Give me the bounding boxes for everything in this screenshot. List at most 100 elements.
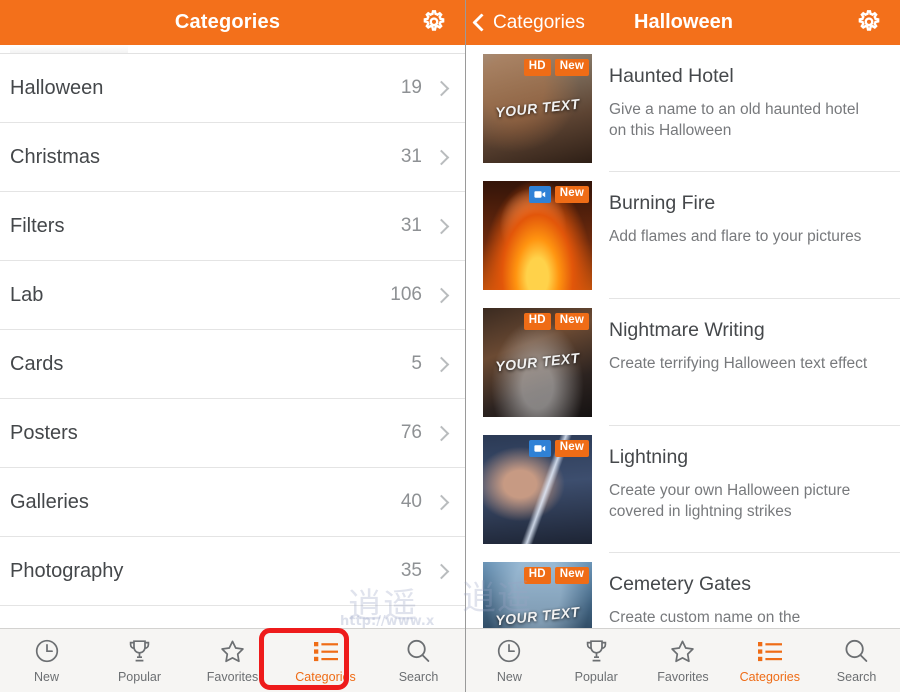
effect-description: Create your own Halloween picture covere… [609,482,851,521]
effect-row[interactable]: YOUR TEXT HD New Cemetery Gates Create custo… [483,553,900,628]
category-row[interactable]: Posters 76 [0,399,465,468]
tab-search[interactable]: Search [372,629,465,692]
tab-search[interactable]: Search [813,629,900,692]
new-badge: New [554,440,589,457]
effect-thumbnail-wrapper: YOUR TEXT HD New [483,562,592,628]
new-badge: New [554,59,589,76]
star-icon [669,638,696,665]
effect-thumbnail-wrapper: New [483,435,592,553]
hd-badge: HD [523,567,551,584]
effect-row[interactable]: New Burning Fire Add flames and flare to y… [483,172,900,299]
tab-label: Favorites [657,669,709,684]
category-label: Christmas [10,145,101,168]
chevron-right-icon [433,356,450,372]
burning-fire-thumbnail: New [483,181,592,290]
new-badge: New [554,567,589,584]
chevron-right-icon [433,149,450,165]
category-row[interactable]: Filters 31 [0,192,465,261]
category-label: Cards [10,352,64,375]
category-count: 35 [400,560,422,581]
video-camera-icon [528,440,551,457]
effect-description: Create custom name on the [609,609,801,626]
dual-screenshot-container: Categories Halloween 19 Christmas 31 Filters… [0,0,900,692]
category-row[interactable]: Lab 106 [0,261,465,330]
effect-description: Add flames and flare to your pictures [609,228,862,245]
category-row[interactable]: Galleries 40 [0,468,465,537]
tab-label: Search [398,669,439,684]
search-icon [843,638,870,665]
trophy-icon [583,638,610,665]
badge-group: HD New [523,313,589,330]
tab-favorites[interactable]: Favorites [186,629,279,692]
tab-favorites[interactable]: Favorites [640,629,727,692]
right-navbar: Categories Halloween [466,0,900,45]
list-icon [313,638,339,665]
category-count: 31 [400,146,422,167]
effect-description: Create terrifying Halloween text effect [609,355,868,372]
tab-label: New [496,669,522,684]
effect-row[interactable]: YOUR TEXT HD New Haunted Hotel Give a name t… [483,45,900,172]
partial-scrolled-row [0,45,465,54]
tab-popular[interactable]: Popular [553,629,640,692]
left-navbar: Categories [0,0,465,45]
chevron-right-icon [433,218,450,234]
category-row[interactable]: Halloween 19 [0,54,465,123]
effect-row[interactable]: YOUR TEXT HD New Nightmare Writing Create te… [483,299,900,426]
effect-description: Give a name to an old haunted hotel on t… [609,101,859,140]
effect-row[interactable]: New Lightning Create your own Halloween pi… [483,426,900,553]
search-icon [405,638,432,665]
effect-text-block: Burning Fire Add flames and flare to your… [609,181,900,299]
right-tabbar: New Popular Favorites Categories Search [466,628,900,692]
page-title: Categories [174,11,281,33]
badge-group: New [528,186,589,203]
tab-categories[interactable]: Categories [726,629,813,692]
new-badge: New [554,186,589,203]
tab-new[interactable]: New [0,629,93,692]
thumbnail-overlay-text: YOUR TEXT [494,95,581,121]
category-count: 106 [390,284,422,305]
left-tabbar: New Popular Favorites Categories Search [0,628,465,692]
chevron-right-icon [433,563,450,579]
tab-label: New [33,669,59,684]
clock-icon [34,638,60,665]
gear-icon[interactable] [854,8,884,38]
nightmare-writing-thumbnail: YOUR TEXT HD New [483,308,592,417]
effect-text-block: Nightmare Writing Create terrifying Hallo… [609,308,900,426]
category-count: 5 [411,353,422,374]
category-count: 76 [400,422,422,443]
effect-thumbnail-wrapper: YOUR TEXT HD New [483,54,592,172]
category-row[interactable]: Cards 5 [0,330,465,399]
tab-label: Categories [739,669,801,684]
badge-group: HD New [523,59,589,76]
effect-title: Cemetery Gates [609,573,751,595]
badge-group: New [528,440,589,457]
category-label: Photography [10,559,124,582]
video-camera-icon [528,186,551,203]
category-count: 19 [400,77,422,98]
effect-text-block: Haunted Hotel Give a name to an old haunt… [609,54,900,172]
tab-new[interactable]: New [466,629,553,692]
thumbnail-overlay-text: YOUR TEXT [494,349,581,375]
category-count: 40 [400,491,422,512]
effects-list[interactable]: YOUR TEXT HD New Haunted Hotel Give a name t… [466,45,900,628]
new-badge: New [554,313,589,330]
star-icon [219,638,246,665]
tab-categories[interactable]: Categories [279,629,372,692]
tab-popular[interactable]: Popular [93,629,186,692]
category-row[interactable]: Christmas 31 [0,123,465,192]
category-row[interactable]: Photography 35 [0,537,465,606]
category-label: Posters [10,421,78,444]
category-label: Filters [10,214,65,237]
category-label: Halloween [10,76,104,99]
gear-icon[interactable] [419,8,449,38]
lightning-thumbnail: New [483,435,592,544]
effect-title: Haunted Hotel [609,65,734,87]
thumbnail-overlay-text: YOUR TEXT [494,603,581,628]
back-button[interactable]: Categories [472,12,585,34]
page-title: Halloween [634,11,733,33]
effect-thumbnail-wrapper: New [483,181,592,299]
category-count: 31 [400,215,422,236]
effect-title: Lightning [609,446,689,468]
categories-list[interactable]: Halloween 19 Christmas 31 Filters 31 Lab 106 Car… [0,45,465,628]
badge-group: HD New [523,567,589,584]
